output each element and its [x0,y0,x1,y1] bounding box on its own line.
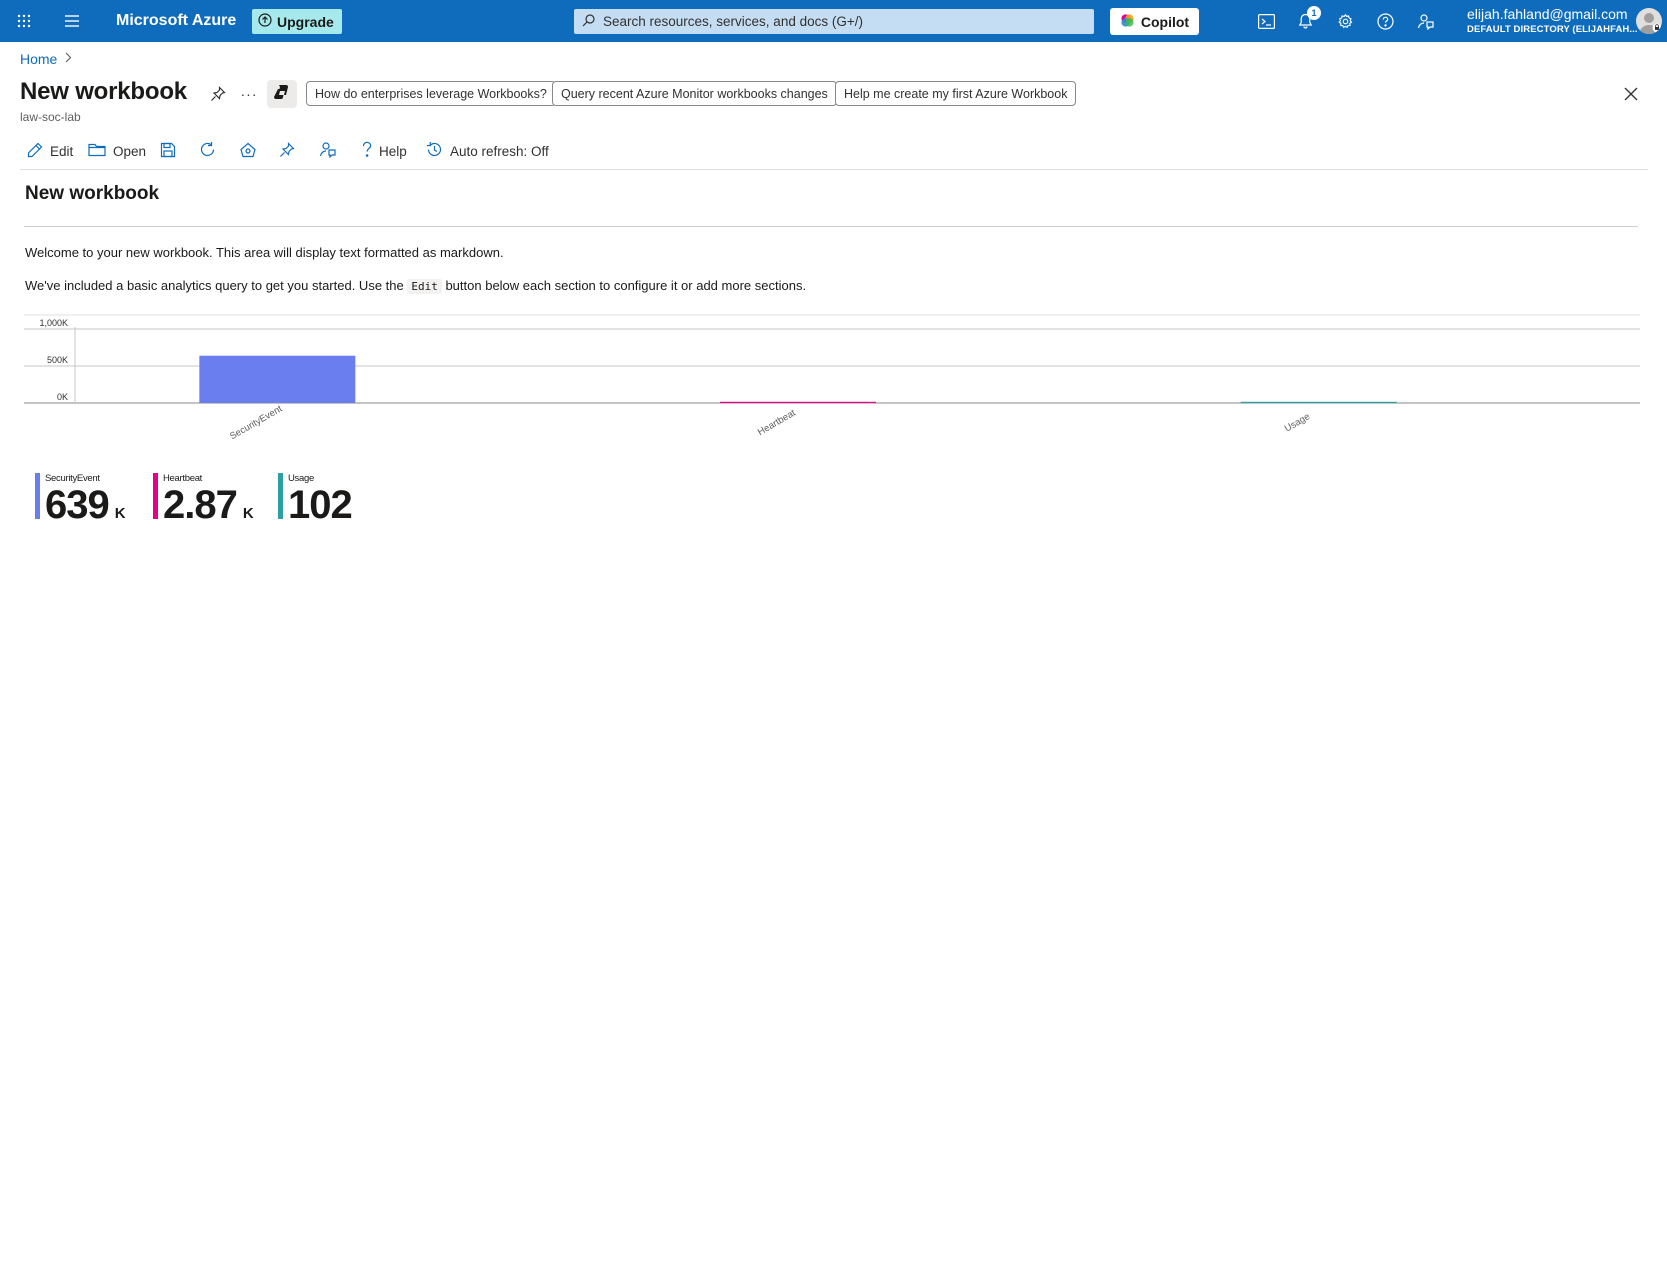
copilot-icon [273,83,291,106]
breadcrumb: Home [20,51,72,67]
tile-value-unit: K [242,505,254,522]
help-button[interactable]: Help [362,137,407,165]
y-tick-label: 500K [47,355,68,365]
edit-label: Edit [50,143,74,159]
account-info[interactable]: elijah.fahland@gmail.com DEFAULT DIRECTO… [1467,6,1638,36]
open-button[interactable]: Open [88,137,146,165]
help-label: Help [379,143,407,159]
notification-count-badge: 1 [1307,6,1321,20]
tile-value-number: 102 [288,483,353,527]
hamburger-menu-icon[interactable] [60,0,84,42]
portal-brand[interactable]: Microsoft Azure [116,0,236,42]
refresh-button[interactable] [199,137,216,165]
folder-open-icon [88,142,106,160]
close-icon[interactable] [1619,82,1643,106]
metric-tile[interactable]: Usage 102 [278,471,353,527]
metric-tile[interactable]: Heartbeat 2.87 K [153,471,254,525]
page-subtitle: law-soc-lab [20,110,81,124]
top-bar: Microsoft Azure Upgrade Copilot 1 elijah… [0,0,1667,42]
save-button[interactable] [160,137,176,165]
bar-chart: 1,000K 500K 0K SecurityEvent Heartbeat Usage [24,312,1640,457]
tile-value-number: 639 [45,483,110,527]
pin-to-dashboard-button[interactable] [279,137,295,165]
suggestion-chip[interactable]: Query recent Azure Monitor workbooks cha… [552,81,837,106]
copilot-button[interactable]: Copilot [1110,8,1199,35]
feedback-icon[interactable] [1411,0,1439,42]
copilot-label: Copilot [1140,13,1190,30]
refresh-icon [199,141,216,161]
bar-chart-svg: 1,000K 500K 0K SecurityEvent Heartbeat Usage [24,314,1640,442]
tile-value-number: 2.87 [163,483,238,527]
copilot-logo-icon [1120,13,1135,31]
copilot-prompt-button[interactable] [267,80,297,108]
upgrade-label: Upgrade [277,13,334,30]
upgrade-icon [258,13,272,30]
tile-value: 639 K [45,483,126,534]
auto-refresh-label: Auto refresh: Off [450,143,549,159]
inline-code: Edit [407,279,442,294]
edit-button[interactable]: Edit [27,137,73,165]
suggestion-chip[interactable]: Help me create my first Azure Workbook [835,81,1077,106]
x-tick-label: Usage [1283,411,1312,434]
page-title: New workbook [20,78,187,105]
tile-body: Usage 102 [283,471,353,527]
help-question-icon[interactable] [1371,0,1399,42]
chart-bar [1240,401,1397,403]
y-tick-label: 0K [57,392,68,402]
account-email: elijah.fahland@gmail.com [1467,6,1628,22]
workbook-section-title: New workbook [25,183,160,204]
metric-tile[interactable]: SecurityEvent 639 K [35,471,126,525]
chart-bar [199,355,356,403]
pin-icon[interactable] [206,82,230,106]
app-launcher-icon[interactable] [12,0,36,42]
customize-button[interactable] [239,137,257,165]
avatar[interactable] [1636,8,1662,34]
account-directory: DEFAULT DIRECTORY (ELIJAHFAH... [1467,24,1638,35]
x-tick-label: SecurityEvent [228,403,285,442]
y-tick-label: 1,000K [39,318,68,328]
palette-icon [239,142,257,161]
tile-value: 2.87 K [163,483,254,534]
markdown-text: We've included a basic analytics query t… [25,278,408,293]
markdown-paragraph: Welcome to your new workbook. This area … [25,245,504,260]
pencil-icon [27,142,43,161]
history-clock-icon [426,141,443,161]
divider [20,169,1648,170]
question-icon [362,141,372,161]
feedback-icon [319,141,336,161]
breadcrumb-home-link[interactable]: Home [20,51,57,67]
cloud-shell-icon[interactable] [1252,0,1280,42]
tile-value-unit: K [114,505,126,522]
divider [24,226,1638,227]
search-input[interactable] [603,14,1063,29]
global-search[interactable] [574,9,1094,34]
settings-gear-icon[interactable] [1331,0,1359,42]
tile-body: Heartbeat 2.87 K [158,471,254,525]
markdown-paragraph: We've included a basic analytics query t… [25,278,807,294]
feedback-button[interactable] [319,137,336,165]
more-options-icon[interactable]: ··· [237,82,261,106]
tile-value: 102 [288,483,353,527]
search-icon [582,13,595,30]
auto-refresh-button[interactable]: Auto refresh: Off [426,137,549,165]
tile-body: SecurityEvent 639 K [40,471,126,525]
save-icon [160,142,176,161]
pin-icon [279,141,295,161]
suggestion-chip[interactable]: How do enterprises leverage Workbooks? [306,81,556,106]
x-tick-label: Heartbeat [756,407,798,438]
open-label: Open [113,143,147,159]
upgrade-button[interactable]: Upgrade [252,9,342,34]
chart-bar [720,401,876,403]
markdown-text: button below each section to configure i… [441,278,807,293]
chevron-right-icon [65,52,72,66]
